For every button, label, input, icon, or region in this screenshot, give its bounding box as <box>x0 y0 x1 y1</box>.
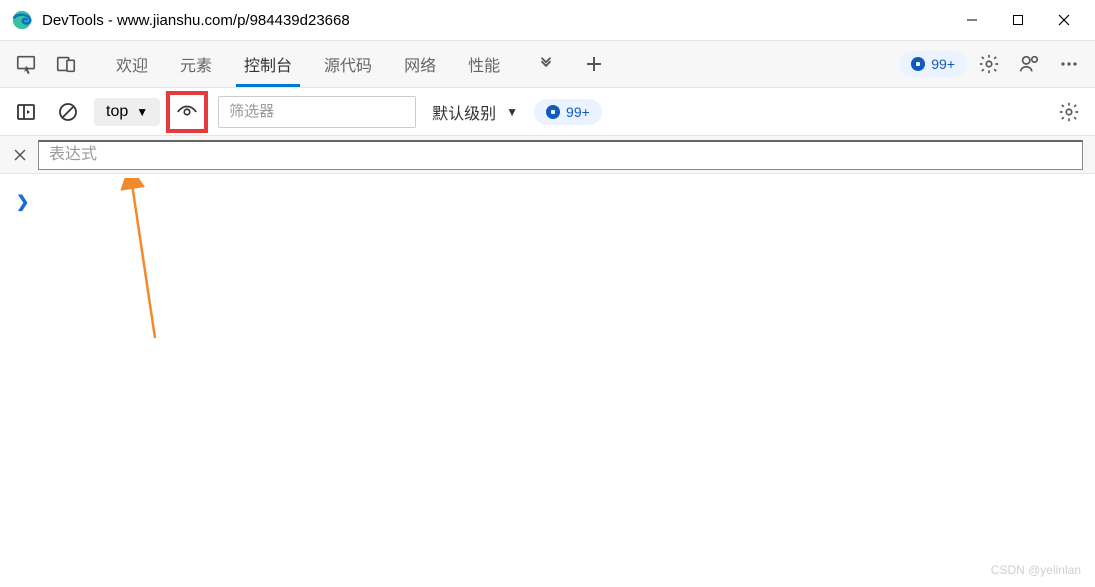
create-live-expression-icon[interactable] <box>170 95 204 129</box>
tab-welcome[interactable]: 欢迎 <box>100 41 164 87</box>
context-value: top <box>106 103 128 121</box>
tab-network[interactable]: 网络 <box>388 41 452 87</box>
tab-list: 欢迎 元素 控制台 源代码 网络 性能 <box>100 41 516 87</box>
live-expression-highlight <box>166 91 208 133</box>
console-settings-gear-icon[interactable] <box>1053 96 1085 128</box>
feedback-icon[interactable] <box>1011 46 1047 82</box>
expression-input[interactable] <box>38 140 1083 170</box>
dropdown-triangle-icon: ▼ <box>506 105 518 119</box>
log-level-dropdown[interactable]: 默认级别 ▼ <box>426 100 524 124</box>
inspect-element-icon[interactable] <box>8 46 44 82</box>
toggle-sidebar-icon[interactable] <box>10 96 42 128</box>
issues-count: 99+ <box>931 56 955 72</box>
tab-elements[interactable]: 元素 <box>164 41 228 87</box>
console-prompt-icon: ❯ <box>16 194 29 211</box>
filter-input[interactable] <box>218 96 416 128</box>
issue-dot-icon <box>911 57 925 71</box>
tab-sources[interactable]: 源代码 <box>308 41 388 87</box>
toolbar-issues-badge[interactable]: 99+ <box>534 99 602 125</box>
console-output[interactable]: ❯ <box>0 174 1095 230</box>
minimize-button[interactable] <box>949 4 995 36</box>
clear-console-icon[interactable] <box>52 96 84 128</box>
toolbar-issues-count: 99+ <box>566 104 590 120</box>
close-window-button[interactable] <box>1041 4 1087 36</box>
dropdown-triangle-icon: ▼ <box>136 105 148 119</box>
settings-gear-icon[interactable] <box>971 46 1007 82</box>
window-title: DevTools - www.jianshu.com/p/984439d2366… <box>42 12 949 29</box>
tab-console[interactable]: 控制台 <box>228 41 308 87</box>
level-value: 默认级别 <box>432 100 496 124</box>
execution-context-dropdown[interactable]: top ▼ <box>94 98 160 126</box>
titlebar: DevTools - www.jianshu.com/p/984439d2366… <box>0 0 1095 40</box>
console-toolbar: top ▼ 默认级别 ▼ 99+ <box>0 88 1095 136</box>
more-tabs-icon[interactable] <box>528 46 564 82</box>
devtools-tabbar: 欢迎 元素 控制台 源代码 网络 性能 99+ <box>0 40 1095 88</box>
issues-badge[interactable]: 99+ <box>899 51 967 77</box>
device-toolbar-icon[interactable] <box>48 46 84 82</box>
live-expression-bar <box>0 136 1095 174</box>
issue-dot-icon <box>546 105 560 119</box>
tab-performance[interactable]: 性能 <box>452 41 516 87</box>
watermark: CSDN @yelinlan <box>991 563 1081 577</box>
edge-browser-icon <box>12 10 32 30</box>
more-menu-icon[interactable] <box>1051 46 1087 82</box>
new-tab-icon[interactable] <box>576 46 612 82</box>
close-expression-icon[interactable] <box>10 145 30 165</box>
maximize-button[interactable] <box>995 4 1041 36</box>
